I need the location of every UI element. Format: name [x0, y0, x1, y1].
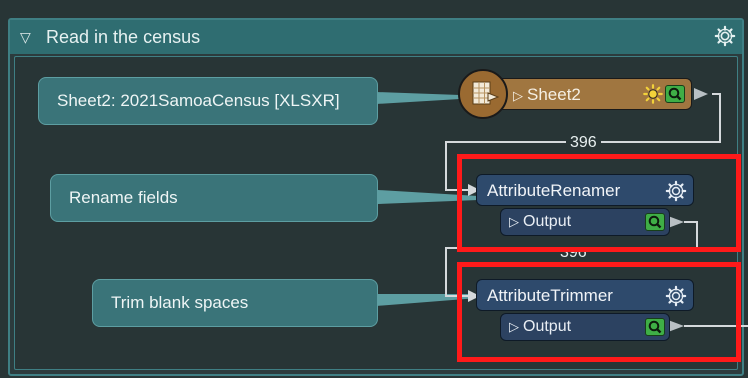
annotation-pointer-sheet: [376, 92, 460, 104]
inspect-magnifier-icon[interactable]: [665, 85, 685, 103]
excel-reader-icon[interactable]: [458, 69, 508, 119]
annotation-rename-text: Rename fields: [69, 188, 178, 207]
expand-triangle-icon[interactable]: ▷: [513, 88, 523, 104]
reader-label: ▷ Sheet2: [513, 85, 581, 104]
annotation-rename[interactable]: Rename fields: [50, 174, 378, 222]
annotation-trim[interactable]: Trim blank spaces: [92, 279, 378, 327]
sun-gear-icon[interactable]: [643, 84, 663, 104]
reader-output-arrow: [694, 88, 708, 100]
annotation-trim-text: Trim blank spaces: [111, 293, 249, 312]
feature-count-1: 396: [566, 134, 601, 152]
highlight-box-trimmer: [457, 262, 741, 362]
reader-sheet2[interactable]: ▷ Sheet2: [478, 78, 692, 110]
annotation-sheet[interactable]: Sheet2: 2021SamoaCensus [XLSXR]: [38, 77, 378, 125]
annotation-sheet-text: Sheet2: 2021SamoaCensus [XLSXR]: [57, 91, 340, 110]
highlight-box-renamer: [457, 154, 741, 252]
